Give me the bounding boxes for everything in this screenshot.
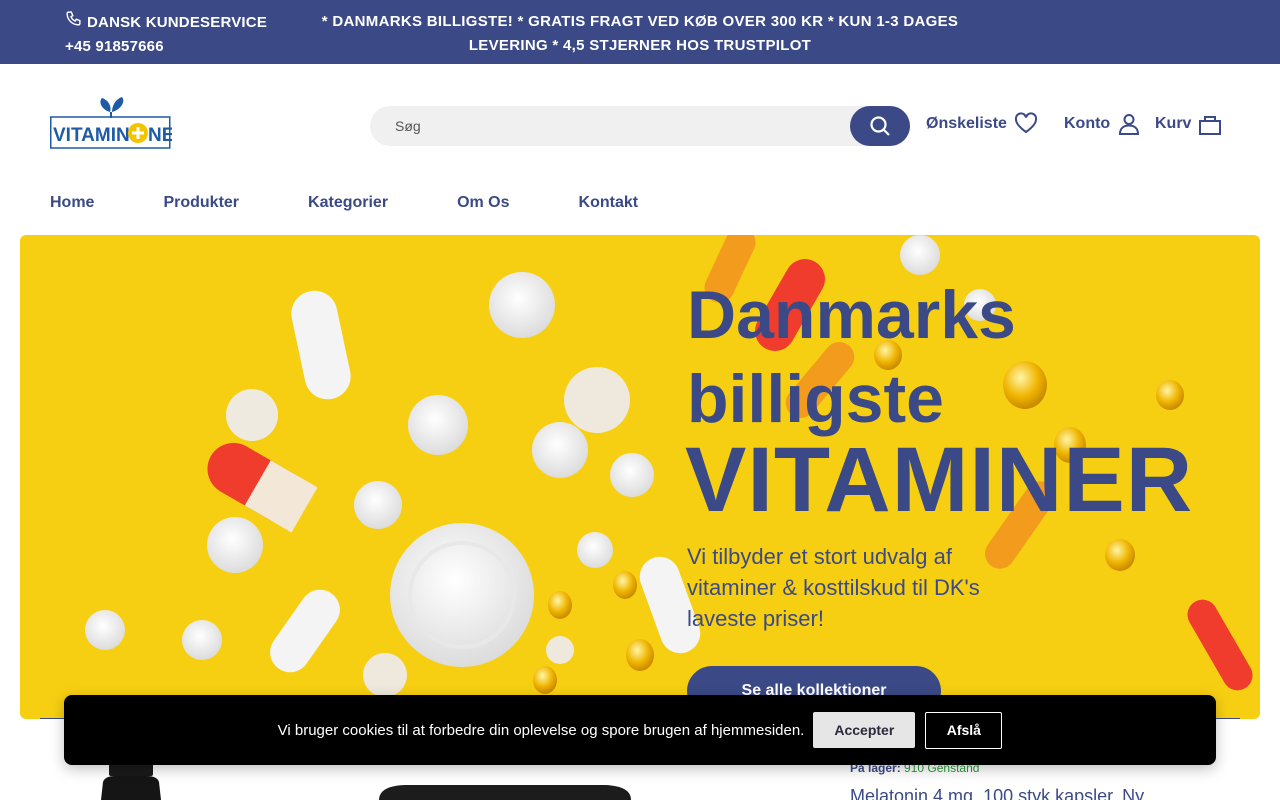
product-title-link[interactable]: Melatonin 4 mg, 100 styk kapsler, Ny — [850, 786, 1144, 800]
phone-number[interactable]: +45 91857666 — [65, 35, 267, 59]
phone-icon — [65, 10, 82, 35]
cart-link[interactable]: Kurv — [1155, 112, 1222, 136]
promo-text: * DANMARKS BILLIGSTE! * GRATIS FRAGT VED… — [300, 10, 980, 58]
svg-text:VITAMIN: VITAMIN — [53, 125, 130, 146]
search-button[interactable] — [850, 106, 910, 146]
svg-text:NE: NE — [148, 125, 172, 146]
bottle-image — [101, 764, 161, 800]
leaf-logo-icon: VITAMIN NE — [50, 97, 174, 149]
hero-headline: Danmarks billigste — [687, 273, 1016, 441]
customer-service[interactable]: DANSK KUNDESERVICE +45 91857666 — [65, 10, 267, 59]
bag-icon — [1199, 116, 1222, 135]
nav-item-kontakt[interactable]: Kontakt — [579, 193, 639, 213]
customer-service-label: DANSK KUNDESERVICE — [87, 13, 268, 31]
product-image-2[interactable] — [375, 782, 635, 800]
nav-item-home[interactable]: Home — [50, 193, 94, 213]
account-link[interactable]: Konto — [1064, 112, 1141, 136]
site-logo[interactable]: VITAMIN NE — [50, 96, 174, 150]
jar-lid-image — [379, 785, 631, 800]
main-navigation: Home Produkter Kategorier Om Os Kontakt — [50, 193, 707, 213]
wishlist-label: Ønskeliste — [926, 115, 1007, 132]
search-bar — [370, 106, 910, 146]
cart-label: Kurv — [1155, 115, 1192, 132]
product-image[interactable] — [95, 762, 167, 800]
hero-headline-big: VITAMINER — [685, 429, 1194, 531]
nav-item-produkter[interactable]: Produkter — [163, 193, 239, 213]
search-input[interactable] — [370, 106, 850, 146]
hero-subtext: Vi tilbyder et stort udvalg af vitaminer… — [687, 544, 980, 631]
user-icon — [1119, 114, 1140, 135]
heart-icon — [1014, 112, 1037, 134]
hero-headline-line-1: Danmarks — [687, 277, 1016, 353]
cookie-message: Vi bruger cookies til at forbedre din op… — [277, 721, 805, 739]
nav-item-kategorier[interactable]: Kategorier — [308, 193, 388, 213]
hero-banner: Danmarks billigste VITAMINER Vi tilbyder… — [20, 235, 1260, 719]
wishlist-link[interactable]: Ønskeliste — [926, 112, 1038, 136]
search-icon — [870, 116, 890, 136]
announcement-bar: DANSK KUNDESERVICE +45 91857666 * DANMAR… — [0, 0, 1280, 64]
account-label: Konto — [1064, 115, 1111, 132]
nav-item-om-os[interactable]: Om Os — [457, 193, 509, 213]
promo-line-1: * DANMARKS BILLIGSTE! * GRATIS FRAGT VED… — [321, 13, 959, 30]
promo-line-2: LEVERING * 4,5 STJERNER HOS TRUSTPILOT — [468, 37, 812, 54]
accept-cookies-button[interactable]: Accepter — [813, 712, 916, 748]
cookie-banner: Vi bruger cookies til at forbedre din op… — [64, 695, 1216, 765]
decline-cookies-button[interactable]: Afslå — [925, 711, 1003, 749]
